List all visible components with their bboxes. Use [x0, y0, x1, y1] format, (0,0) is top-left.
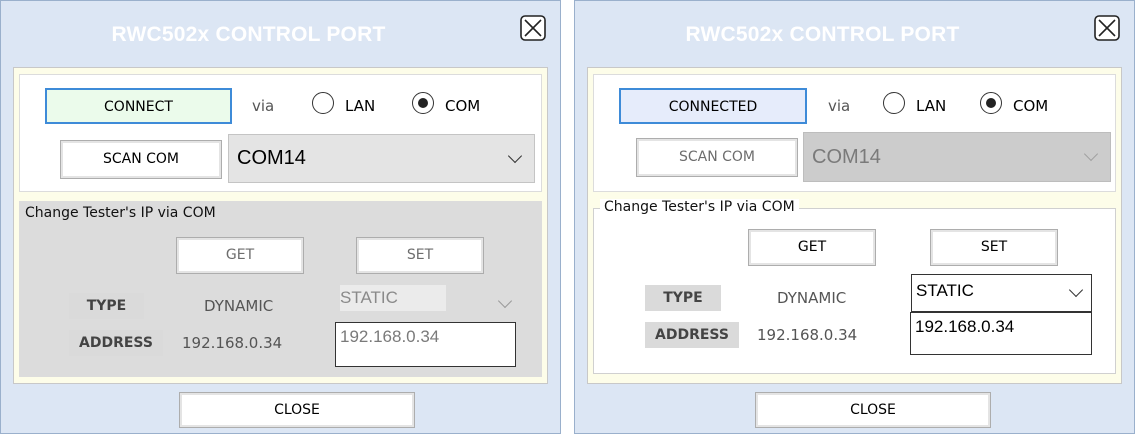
chevron-down-icon [1083, 146, 1099, 162]
connection-box: CONNECTED via LAN COM SCAN COM COM14 [593, 74, 1116, 192]
window-title: RWC502x CONTROL PORT [111, 23, 386, 46]
com-radio[interactable] [412, 92, 434, 114]
scan-com-button[interactable]: SCAN COM [636, 138, 798, 177]
via-label: via [828, 97, 851, 115]
group-title: Change Tester's IP via COM [600, 199, 799, 215]
lan-label: LAN [345, 97, 376, 115]
address-current-value: 192.168.0.34 [757, 326, 858, 344]
set-button[interactable]: SET [930, 229, 1058, 266]
scan-com-button[interactable]: SCAN COM [60, 140, 222, 179]
close-icon[interactable] [1094, 15, 1120, 41]
title-bar: RWC502x CONTROL PORT [1, 1, 560, 59]
connected-button[interactable]: CONNECTED [619, 88, 807, 124]
address-input-value: 192.168.0.34 [915, 317, 1015, 336]
type-select-value: STATIC [340, 285, 446, 311]
com-port-value: COM14 [237, 147, 306, 169]
control-port-window-connected: RWC502x CONTROL PORT CONNECTED via LAN C… [574, 0, 1135, 434]
com-radio[interactable] [980, 92, 1002, 114]
address-input[interactable]: 192.168.0.34 [910, 312, 1092, 355]
group-title: Change Tester's IP via COM [25, 205, 216, 221]
via-label: via [252, 97, 275, 115]
set-label: SET [406, 247, 434, 263]
com-port-select[interactable]: COM14 [228, 134, 535, 183]
type-select[interactable]: STATIC [911, 274, 1092, 312]
change-ip-group: Change Tester's IP via COM GET SET TYPE … [593, 199, 1116, 374]
lan-radio[interactable] [883, 92, 905, 114]
scan-com-label: SCAN COM [678, 149, 756, 165]
close-button[interactable]: CLOSE [755, 392, 991, 428]
connection-box: CONNECT via LAN COM SCAN COM COM14 [19, 74, 542, 192]
title-bar: RWC502x CONTROL PORT [575, 1, 1134, 59]
type-select[interactable]: STATIC [336, 285, 516, 322]
address-label: ADDRESS [645, 322, 739, 348]
lan-radio[interactable] [312, 92, 334, 114]
chevron-down-icon [497, 293, 513, 308]
window-title: RWC502x CONTROL PORT [685, 23, 960, 46]
close-button[interactable]: CLOSE [179, 392, 415, 428]
type-label: TYPE [645, 285, 721, 311]
com-port-select[interactable]: COM14 [803, 132, 1111, 182]
chevron-down-icon [1068, 282, 1084, 298]
get-button[interactable]: GET [176, 237, 304, 274]
com-port-value: COM14 [812, 146, 881, 168]
address-input-value: 192.168.0.34 [340, 327, 440, 346]
get-label: GET [225, 247, 255, 263]
type-current-value: DYNAMIC [204, 297, 274, 315]
content-area: CONNECTED via LAN COM SCAN COM COM14 Cha… [587, 67, 1122, 384]
chevron-down-icon [507, 148, 523, 163]
address-current-value: 192.168.0.34 [182, 334, 283, 352]
com-label: COM [1013, 97, 1049, 115]
address-label: ADDRESS [69, 330, 163, 356]
get-button[interactable]: GET [748, 229, 876, 266]
lan-label: LAN [916, 97, 947, 115]
content-area: CONNECT via LAN COM SCAN COM COM14 Chang… [13, 67, 548, 384]
address-input[interactable]: 192.168.0.34 [335, 322, 516, 367]
com-label: COM [445, 97, 481, 115]
close-icon[interactable] [520, 15, 546, 41]
change-ip-group: Change Tester's IP via COM GET SET TYPE … [19, 201, 542, 377]
type-select-value: STATIC [916, 281, 974, 300]
set-button[interactable]: SET [356, 237, 484, 274]
control-port-window-disconnected: RWC502x CONTROL PORT CONNECT via LAN COM… [0, 0, 561, 434]
type-current-value: DYNAMIC [777, 289, 847, 307]
type-label: TYPE [69, 293, 144, 319]
connect-button[interactable]: CONNECT [45, 88, 232, 124]
